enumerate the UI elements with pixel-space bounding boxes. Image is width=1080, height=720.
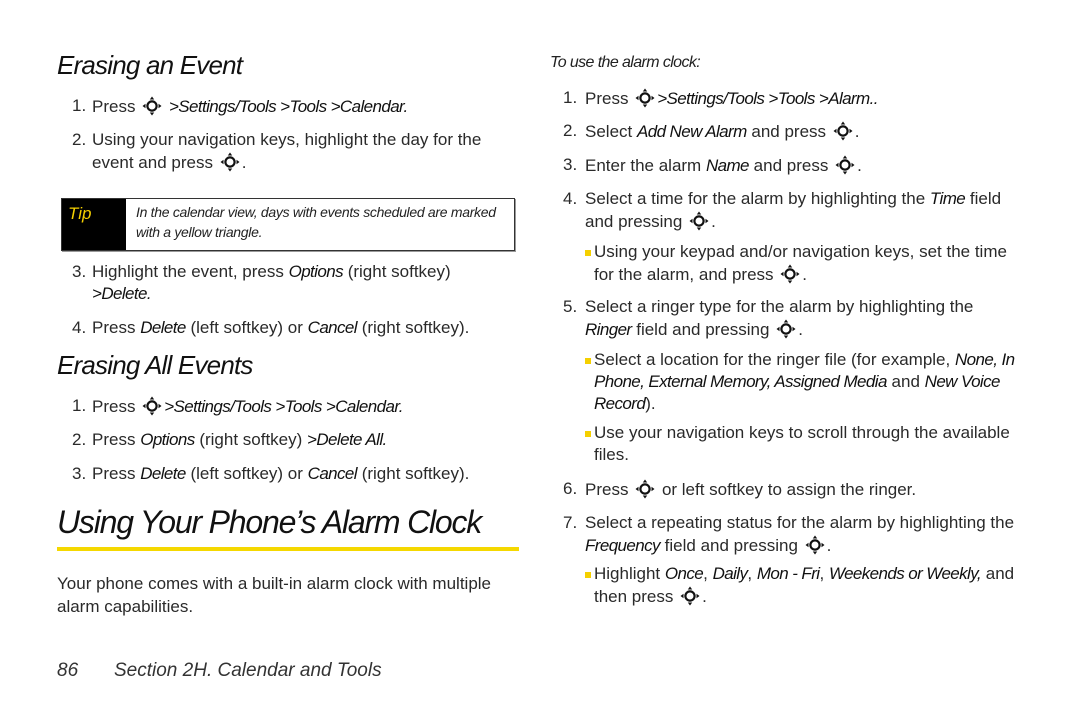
list-item: 3. Highlight the event, press Options (r…	[72, 262, 451, 303]
bullet-square-icon	[585, 250, 591, 256]
menu-path: >Delete All.	[307, 430, 387, 449]
tip-box: Tip In the calendar view, days with even…	[61, 198, 515, 251]
section-heading-erasing-all: Erasing All Events	[57, 350, 253, 380]
menu-path: >Settings/Tools >Tools >Calendar.	[168, 97, 408, 116]
menu-path: >Delete.	[92, 284, 152, 303]
navigation-key-icon	[141, 395, 163, 417]
section-heading-erasing-event: Erasing an Event	[57, 50, 243, 80]
list-item: 2. Press Options (right softkey) >Delete…	[72, 430, 387, 449]
yellow-title-rule	[57, 547, 519, 551]
bullet-square-icon	[585, 572, 591, 578]
navigation-key-icon	[634, 87, 656, 109]
navigation-key-icon	[634, 478, 656, 500]
list-item: 3. Enter the alarm Name and press .	[563, 154, 862, 176]
list-item: 7. Select a repeating status for the ala…	[563, 513, 1015, 556]
subheading: To use the alarm clock:	[550, 54, 701, 71]
page-title: Using Your Phone’s Alarm Clock	[57, 504, 482, 540]
navigation-key-icon	[832, 120, 854, 142]
list-item: 1. Press >Settings/Tools >Tools >Calenda…	[72, 95, 408, 117]
list-item: 2. Using your navigation keys, highlight…	[72, 130, 482, 173]
list-item: 4. Select a time for the alarm by highli…	[563, 189, 1002, 232]
bullet-item: Using your keypad and/or navigation keys…	[585, 241, 1025, 286]
section-footer: Section 2H. Calendar and Tools	[114, 660, 382, 681]
intro-paragraph: Your phone comes with a built-in alarm c…	[57, 574, 492, 616]
bullet-item: Highlight Once, Daily, Mon - Fri, Weeken…	[585, 563, 1025, 608]
menu-path: >Settings/Tools >Tools >Calendar.	[164, 397, 403, 416]
navigation-key-icon	[688, 210, 710, 232]
bullet-square-icon	[585, 358, 591, 364]
bullet-item: Select a location for the ringer file (f…	[585, 349, 1025, 415]
list-item: 6. Press or left softkey to assign the r…	[563, 478, 917, 500]
bullet-item: Use your navigation keys to scroll throu…	[585, 422, 1025, 466]
list-item: 2. Select Add New Alarm and press .	[563, 120, 860, 142]
navigation-key-icon	[779, 263, 801, 285]
list-item: 1. Press >Settings/Tools >Tools >Calenda…	[72, 395, 403, 417]
list-item: 5. Select a ringer type for the alarm by…	[563, 297, 974, 340]
navigation-key-icon	[775, 318, 797, 340]
navigation-key-icon	[804, 534, 826, 556]
navigation-key-icon	[141, 95, 163, 117]
navigation-key-icon	[219, 151, 241, 173]
navigation-key-icon	[679, 585, 701, 607]
list-item: 4. Press Delete (left softkey) or Cancel…	[72, 318, 470, 337]
list-item: 3. Press Delete (left softkey) or Cancel…	[72, 464, 470, 483]
tip-label: Tip	[62, 199, 126, 250]
page-number: 86	[57, 660, 79, 681]
list-item: 1. Press >Settings/Tools >Tools >Alarm..	[563, 87, 878, 109]
menu-path: >Settings/Tools >Tools >Alarm..	[657, 89, 878, 108]
tip-text: In the calendar view, days with events s…	[136, 204, 496, 240]
navigation-key-icon	[834, 154, 856, 176]
bullet-square-icon	[585, 431, 591, 437]
